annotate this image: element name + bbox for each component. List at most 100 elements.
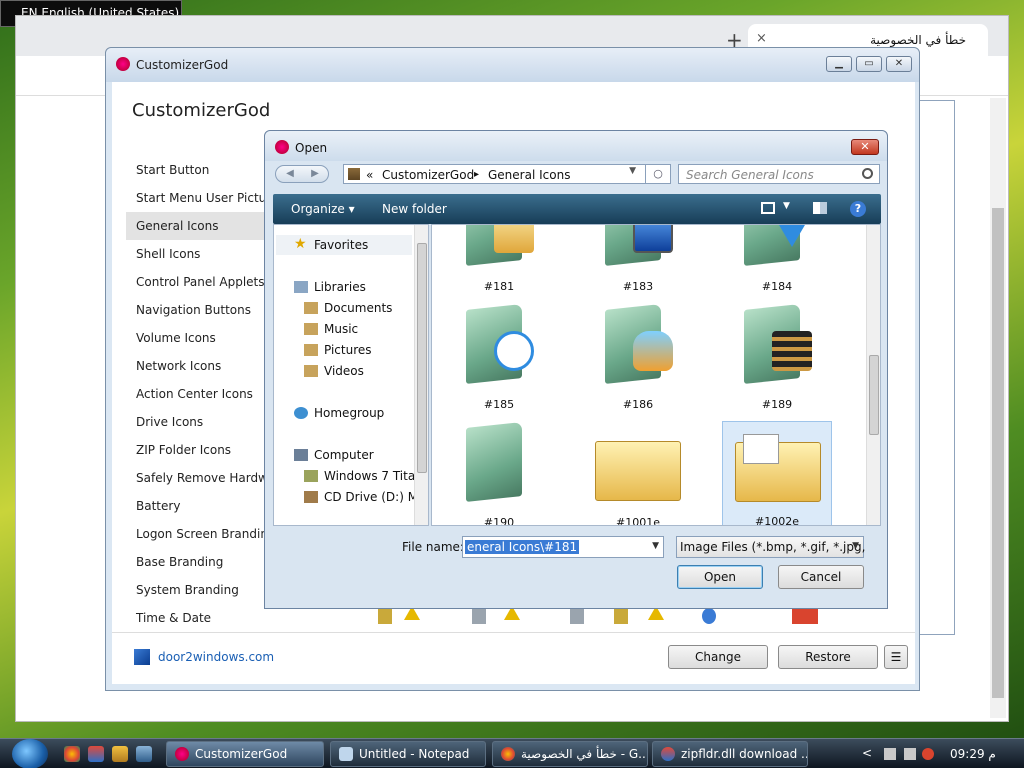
new-folder-button[interactable]: New folder bbox=[382, 202, 447, 216]
nav-drive-d[interactable]: CD Drive (D:) My bbox=[324, 490, 425, 504]
file-name-field[interactable]: eneral Icons\#181 ▼ bbox=[462, 536, 664, 558]
command-bar: Organize ▾ New folder ▼ ? bbox=[273, 194, 881, 224]
file-item[interactable]: #185 bbox=[444, 303, 554, 415]
file-label: #185 bbox=[483, 398, 515, 411]
search-input[interactable]: Search General Icons bbox=[678, 164, 880, 184]
bulb-icon[interactable] bbox=[614, 608, 628, 624]
file-item[interactable]: #183 bbox=[583, 225, 693, 297]
category-logon-screen-branding[interactable]: Logon Screen Branding bbox=[126, 520, 276, 548]
favorites-row[interactable]: ★ Favorites bbox=[276, 235, 412, 255]
forward-button[interactable]: ▶ bbox=[303, 167, 327, 181]
file-item[interactable]: #189 bbox=[722, 303, 832, 415]
change-button[interactable]: Change bbox=[668, 645, 768, 669]
open-button[interactable]: Open bbox=[677, 565, 763, 589]
start-button[interactable] bbox=[12, 739, 48, 768]
category-battery[interactable]: Battery bbox=[126, 492, 276, 520]
close-tab-icon[interactable]: × bbox=[756, 31, 767, 46]
volume-icon[interactable] bbox=[922, 748, 934, 760]
breadcrumb-customizergod[interactable]: CustomizerGod bbox=[382, 168, 474, 182]
category-zip-folder-icons[interactable]: ZIP Folder Icons bbox=[126, 436, 276, 464]
explorer-icon[interactable] bbox=[136, 746, 152, 762]
address-bar[interactable]: « CustomizerGod ▸ General Icons ▼ bbox=[343, 164, 671, 184]
category-drive-icons[interactable]: Drive Icons bbox=[126, 408, 276, 436]
usb-icon[interactable] bbox=[472, 608, 486, 624]
file-item[interactable]: #186 bbox=[583, 303, 693, 415]
file-scrollbar[interactable] bbox=[866, 225, 880, 525]
cancel-button[interactable]: Cancel bbox=[778, 565, 864, 589]
usb-icon[interactable] bbox=[570, 608, 584, 624]
nav-drive-c[interactable]: Windows 7 Titan bbox=[324, 469, 423, 483]
chevron-down-icon[interactable]: ▼ bbox=[652, 541, 659, 551]
nav-documents[interactable]: Documents bbox=[324, 301, 392, 315]
browser-scrollbar[interactable] bbox=[990, 98, 1006, 718]
star-icon: ★ bbox=[294, 236, 307, 252]
category-shell-icons[interactable]: Shell Icons bbox=[126, 240, 276, 268]
dialog-close-button[interactable]: ✕ bbox=[851, 139, 879, 155]
navigation-scroll-thumb[interactable] bbox=[417, 243, 427, 473]
close-button[interactable]: ✕ bbox=[886, 56, 912, 72]
file-item[interactable]: #1001e bbox=[583, 421, 693, 525]
menu-button[interactable]: ☰ bbox=[884, 645, 908, 669]
help-icon[interactable]: ? bbox=[850, 201, 866, 217]
task-chrome[interactable]: خطأ في الخصوصية - G... bbox=[492, 741, 648, 767]
category-start-menu-user-picture[interactable]: Start Menu User Picture F bbox=[126, 184, 276, 212]
category-base-branding[interactable]: Base Branding bbox=[126, 548, 276, 576]
change-view-icon[interactable] bbox=[761, 202, 775, 214]
category-start-button[interactable]: Start Button bbox=[126, 156, 276, 184]
category-network-icons[interactable]: Network Icons bbox=[126, 352, 276, 380]
back-button[interactable]: ◀ bbox=[278, 167, 302, 181]
task-firefox[interactable]: zipfldr.dll download ... bbox=[652, 741, 808, 767]
refresh-button[interactable]: ○ bbox=[645, 164, 671, 184]
nav-pictures[interactable]: Pictures bbox=[324, 343, 372, 357]
category-volume-icons[interactable]: Volume Icons bbox=[126, 324, 276, 352]
category-time-date[interactable]: Time & Date bbox=[126, 604, 276, 632]
window-title-bar[interactable]: CustomizerGod ▁ ▭ ✕ bbox=[106, 48, 919, 82]
chevron-down-icon[interactable]: ▼ bbox=[629, 166, 636, 176]
maximize-button[interactable]: ▭ bbox=[856, 56, 882, 72]
chevron-down-icon[interactable]: ▼ bbox=[852, 541, 859, 551]
category-system-branding[interactable]: System Branding bbox=[126, 576, 276, 604]
nav-computer[interactable]: Computer bbox=[314, 448, 374, 462]
task-notepad[interactable]: Untitled - Notepad bbox=[330, 741, 486, 767]
nav-videos[interactable]: Videos bbox=[324, 364, 364, 378]
navigation-scrollbar[interactable] bbox=[414, 225, 428, 525]
task-customizergod[interactable]: CustomizerGod bbox=[166, 741, 324, 767]
category-general-icons[interactable]: General Icons bbox=[126, 212, 276, 240]
chevron-down-icon[interactable]: ▼ bbox=[783, 201, 790, 211]
breadcrumb-general-icons[interactable]: General Icons bbox=[488, 168, 570, 182]
breadcrumb-overflow[interactable]: « bbox=[366, 168, 373, 182]
network-icon[interactable] bbox=[904, 748, 916, 760]
nav-libraries[interactable]: Libraries bbox=[314, 280, 366, 294]
nav-music[interactable]: Music bbox=[324, 322, 358, 336]
search-icon[interactable] bbox=[862, 168, 873, 179]
preview-pane-icon[interactable] bbox=[813, 202, 827, 214]
clock[interactable]: 09:29 م bbox=[950, 747, 996, 761]
music-icon bbox=[304, 323, 318, 335]
dialog-title-bar[interactable]: Open ✕ bbox=[265, 131, 887, 161]
category-navigation-buttons[interactable]: Navigation Buttons bbox=[126, 296, 276, 324]
category-safely-remove-hardware[interactable]: Safely Remove Hardware bbox=[126, 464, 276, 492]
globe-icon[interactable] bbox=[702, 608, 716, 624]
bulb-icon[interactable] bbox=[378, 608, 392, 624]
minimize-button[interactable]: ▁ bbox=[826, 56, 852, 72]
file-item-selected[interactable]: #1002e bbox=[722, 421, 832, 525]
firefox-icon[interactable] bbox=[88, 746, 104, 762]
file-item[interactable]: #190 bbox=[444, 421, 554, 525]
remove-icon[interactable] bbox=[792, 608, 818, 624]
category-action-center-icons[interactable]: Action Center Icons bbox=[126, 380, 276, 408]
nav-homegroup[interactable]: Homegroup bbox=[314, 406, 384, 420]
flag-icon[interactable] bbox=[884, 748, 896, 760]
show-hidden-icons-button[interactable]: < bbox=[862, 746, 872, 760]
website-link[interactable]: door2windows.com bbox=[158, 650, 274, 664]
category-control-panel-applets[interactable]: Control Panel Applets Sid bbox=[126, 268, 276, 296]
media-icon[interactable] bbox=[112, 746, 128, 762]
file-item[interactable]: #184 bbox=[722, 225, 832, 297]
file-type-select[interactable]: Image Files (*.bmp, *.gif, *.jpg, ▼ bbox=[676, 536, 865, 558]
restore-button[interactable]: Restore bbox=[778, 645, 878, 669]
browser-scroll-thumb[interactable] bbox=[992, 208, 1004, 698]
file-item[interactable]: #181 bbox=[444, 225, 554, 297]
organize-button[interactable]: Organize ▾ bbox=[291, 202, 355, 216]
file-scroll-thumb[interactable] bbox=[869, 355, 879, 435]
chrome-icon[interactable] bbox=[64, 746, 80, 762]
breadcrumb-separator[interactable]: ▸ bbox=[474, 169, 479, 180]
